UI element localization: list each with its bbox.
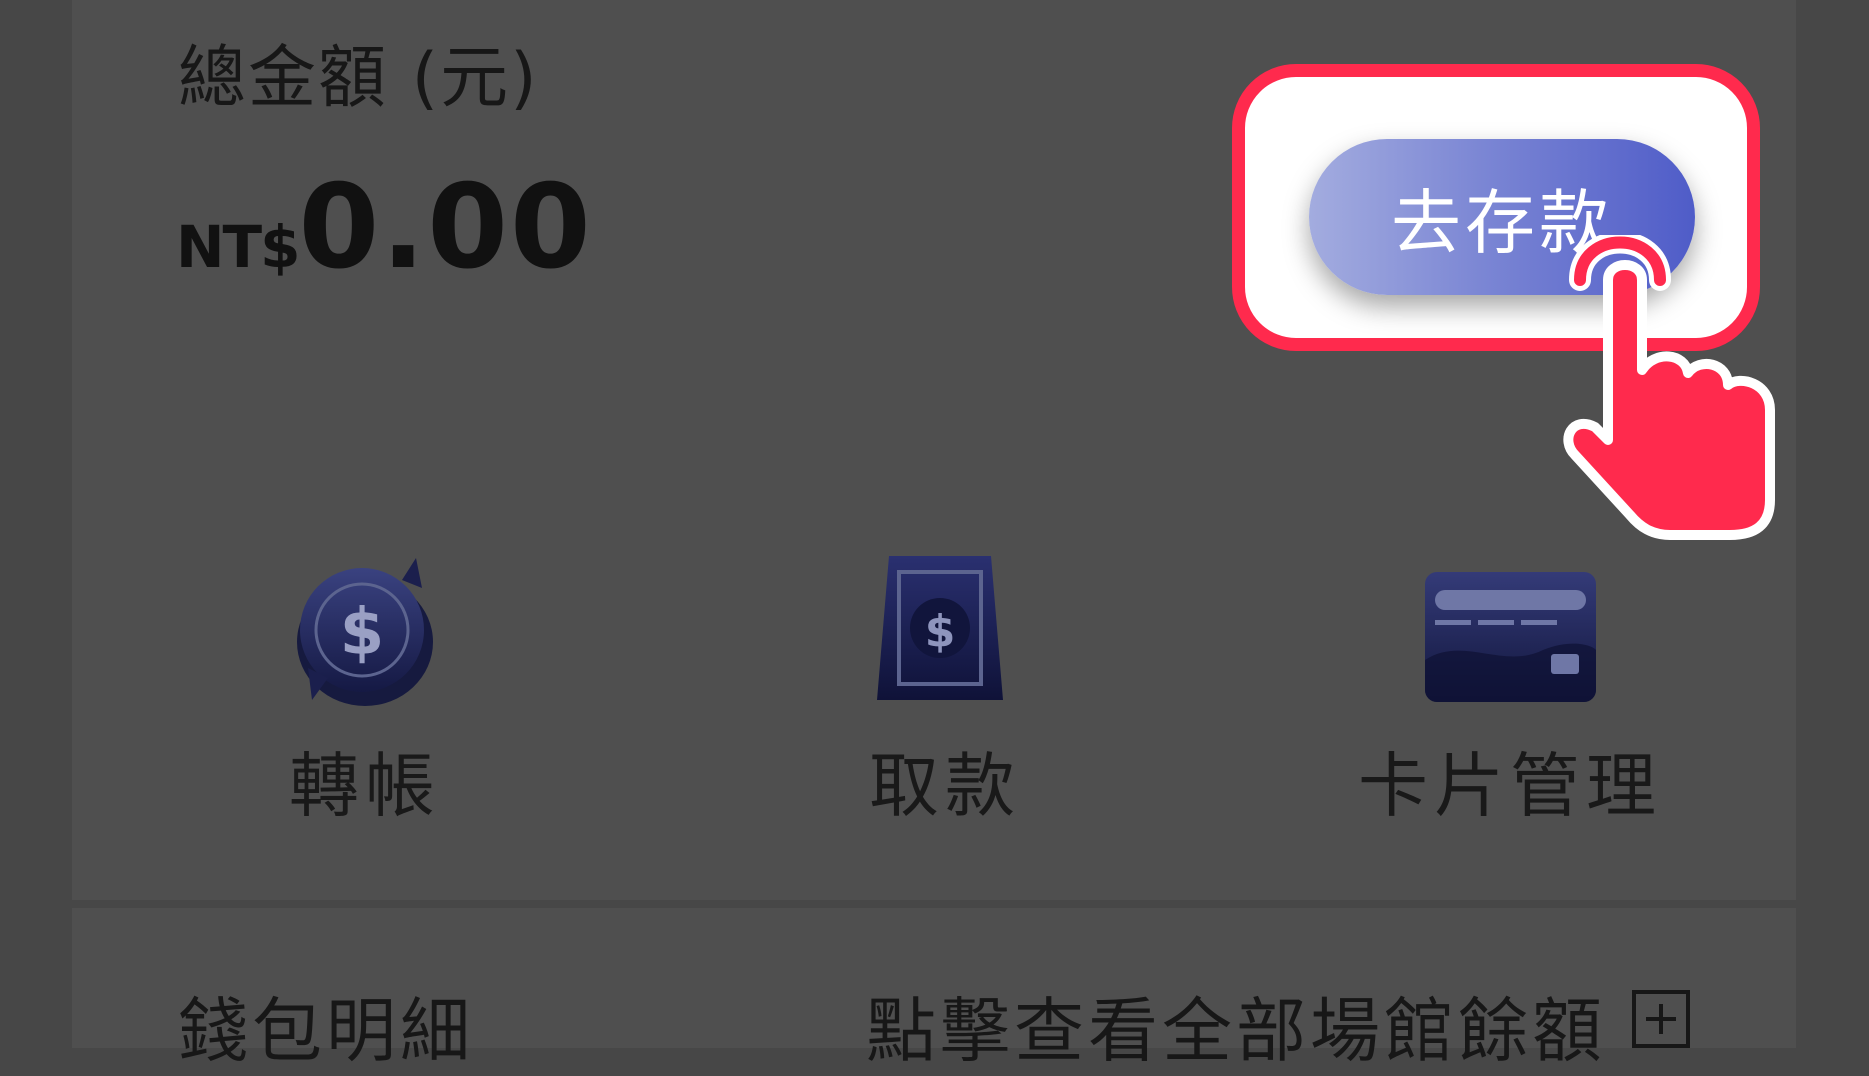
card-management-button[interactable]: 卡片管理	[1330, 550, 1690, 831]
total-balance-amount: NT$0.00	[176, 160, 593, 295]
svg-text:$: $	[340, 596, 385, 670]
total-balance-label: 總金額 (元)	[178, 39, 539, 118]
card-icon	[1424, 572, 1596, 702]
transfer-icon: $	[297, 558, 433, 706]
card-management-label: 卡片管理	[1358, 745, 1662, 827]
withdraw-label: 取款	[869, 745, 1021, 827]
plus-box-icon[interactable]	[1632, 990, 1690, 1048]
tap-hand-icon	[1563, 235, 1775, 540]
balance-value: 0.00	[298, 160, 593, 295]
withdraw-button[interactable]: $ 取款	[830, 550, 1060, 831]
view-all-venue-balances-link[interactable]: 點擊查看全部場館餘額	[866, 975, 1606, 1076]
transfer-button[interactable]: $ 轉帳	[250, 550, 480, 831]
withdraw-icon: $	[877, 556, 1003, 700]
currency-symbol: NT$	[176, 213, 300, 281]
wallet-detail-title: 錢包明細	[178, 990, 474, 1072]
svg-text:$: $	[925, 606, 956, 657]
transfer-label: 轉帳	[289, 745, 441, 827]
